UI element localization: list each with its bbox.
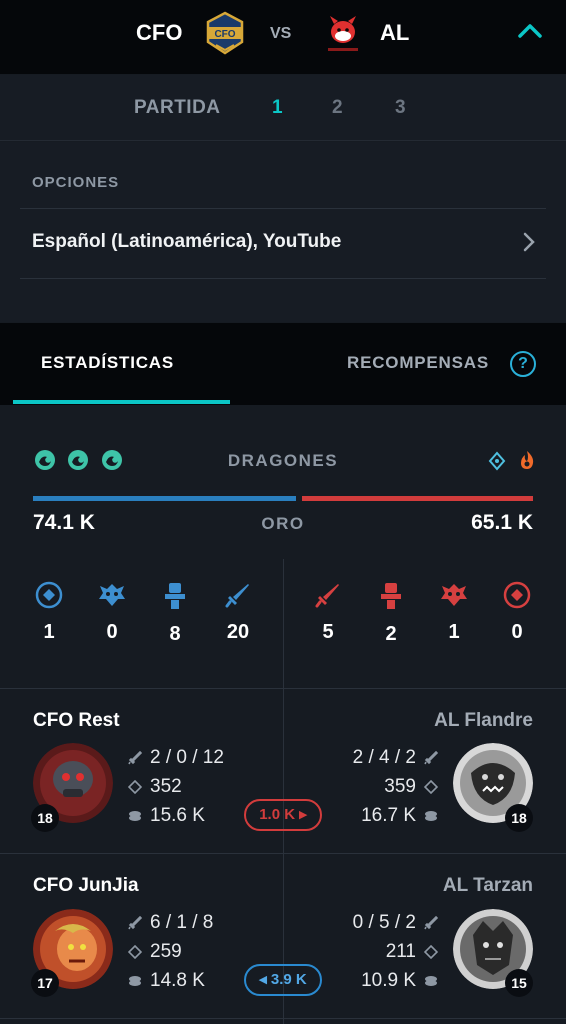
inhibitor-icon	[165, 583, 185, 609]
divider	[0, 853, 566, 854]
right-kills-count: 5	[322, 621, 334, 643]
left-barons-count: 0	[106, 621, 118, 643]
gold-bar-left	[33, 496, 296, 501]
player-left-kda: 2 / 0 / 12	[128, 747, 224, 769]
options-section: OPCIONES Español (Latinoamérica), YouTub…	[0, 142, 566, 322]
champion-level-right: 18	[505, 804, 533, 832]
gold-coins-icon	[129, 811, 141, 821]
sword-icon	[225, 584, 249, 608]
vs-label: VS	[270, 25, 292, 42]
match-header: CFO CFO VS AL	[0, 0, 566, 74]
sword-icon	[315, 584, 339, 608]
right-inhibitors: 2	[373, 581, 409, 646]
player-right-kda: 2 / 4 / 2	[353, 747, 439, 769]
right-barons: 1	[436, 581, 472, 644]
sword-small-icon	[128, 915, 143, 930]
active-tab-indicator	[13, 400, 230, 404]
hextech-dragon-icon	[488, 451, 506, 471]
gold-bar-right	[302, 496, 533, 501]
game-selector: PARTIDA 1 2 3	[0, 75, 566, 141]
baron-icon	[441, 584, 467, 606]
gold-right-value: 65.1 K	[471, 511, 533, 534]
game-tab-1[interactable]: 1	[272, 97, 283, 119]
left-turrets-count: 1	[43, 621, 55, 643]
stats-panel: DRAGONES 74.1 K ORO 65.1 K 1 0 8 20 5 2 …	[0, 405, 566, 1024]
game-tab-2[interactable]: 2	[332, 97, 343, 119]
left-inhibitors-count: 8	[169, 623, 181, 645]
player-right-cs: 211	[386, 941, 439, 963]
inhibitor-icon	[381, 583, 401, 609]
divider	[0, 688, 566, 689]
sword-small-icon	[128, 750, 143, 765]
right-turrets-count: 0	[511, 621, 523, 643]
player-left-cs: 352	[127, 776, 182, 798]
minion-icon	[423, 779, 439, 795]
player-right-name: AL Tarzan	[442, 875, 533, 896]
baron-icon	[99, 584, 125, 606]
game-selector-label: PARTIDA	[134, 97, 221, 118]
chevron-right-icon	[523, 232, 535, 252]
player-right-cs: 359	[384, 776, 439, 798]
game-tab-3[interactable]: 3	[395, 97, 406, 119]
svg-text:CFO: CFO	[214, 29, 235, 40]
gold-coins-icon	[129, 976, 141, 986]
player-right-gold: 16.7 K	[361, 805, 438, 827]
player-left-name: CFO JunJia	[33, 875, 139, 896]
gold-coins-icon	[425, 976, 437, 986]
player-left-gold: 15.6 K	[128, 805, 205, 827]
tab-statistics[interactable]: ESTADÍSTICAS	[41, 353, 174, 373]
sword-small-icon	[424, 750, 439, 765]
center-divider	[283, 559, 284, 1024]
team-right-name: AL	[380, 20, 410, 45]
right-turrets: 0	[499, 581, 535, 644]
al-logo	[322, 12, 364, 56]
team-left-name: CFO	[136, 20, 183, 45]
player-right-kda: 0 / 5 / 2	[353, 912, 439, 934]
options-title: OPCIONES	[32, 174, 120, 191]
left-turrets: 1	[31, 581, 67, 644]
champion-level-right: 15	[505, 969, 533, 997]
cfo-logo: CFO	[202, 10, 248, 56]
right-dragons	[482, 449, 538, 476]
player-left-gold: 14.8 K	[128, 970, 205, 992]
divider	[20, 278, 546, 279]
sword-small-icon	[424, 915, 439, 930]
turret-icon	[35, 581, 63, 609]
tab-rewards[interactable]: RECOMPENSAS	[347, 353, 489, 373]
right-barons-count: 1	[448, 621, 460, 643]
champion-level-left: 17	[31, 969, 59, 997]
left-inhibitors: 8	[157, 581, 193, 646]
collapse-chevron-icon[interactable]	[516, 20, 544, 42]
left-barons: 0	[94, 581, 130, 644]
tab-bar: ESTADÍSTICAS RECOMPENSAS ?	[0, 323, 566, 405]
minion-icon	[423, 944, 439, 960]
gold-coins-icon	[425, 811, 437, 821]
player-right-name: AL Flandre	[434, 710, 533, 731]
champion-level-left: 18	[31, 804, 59, 832]
right-kills: 5	[310, 581, 346, 644]
turret-icon	[503, 581, 531, 609]
gold-difference-badge: 1.0 K ▸	[244, 799, 322, 831]
divider	[0, 1018, 566, 1019]
infernal-dragon-icon	[521, 451, 534, 469]
player-right-gold: 10.9 K	[361, 970, 438, 992]
player-left-name: CFO Rest	[33, 710, 120, 731]
stream-option-row[interactable]: Español (Latinoamérica), YouTube	[20, 209, 546, 277]
player-left-kda: 6 / 1 / 8	[128, 912, 213, 934]
player-left-cs: 259	[127, 941, 182, 963]
gold-difference-badge: ◂ 3.9 K	[244, 964, 322, 996]
help-icon[interactable]: ?	[510, 351, 536, 377]
left-kills: 20	[220, 581, 256, 644]
left-kills-count: 20	[226, 621, 250, 643]
stream-option-label: Español (Latinoamérica), YouTube	[32, 231, 342, 252]
right-inhibitors-count: 2	[385, 623, 397, 645]
minion-icon	[127, 944, 143, 960]
minion-icon	[127, 779, 143, 795]
